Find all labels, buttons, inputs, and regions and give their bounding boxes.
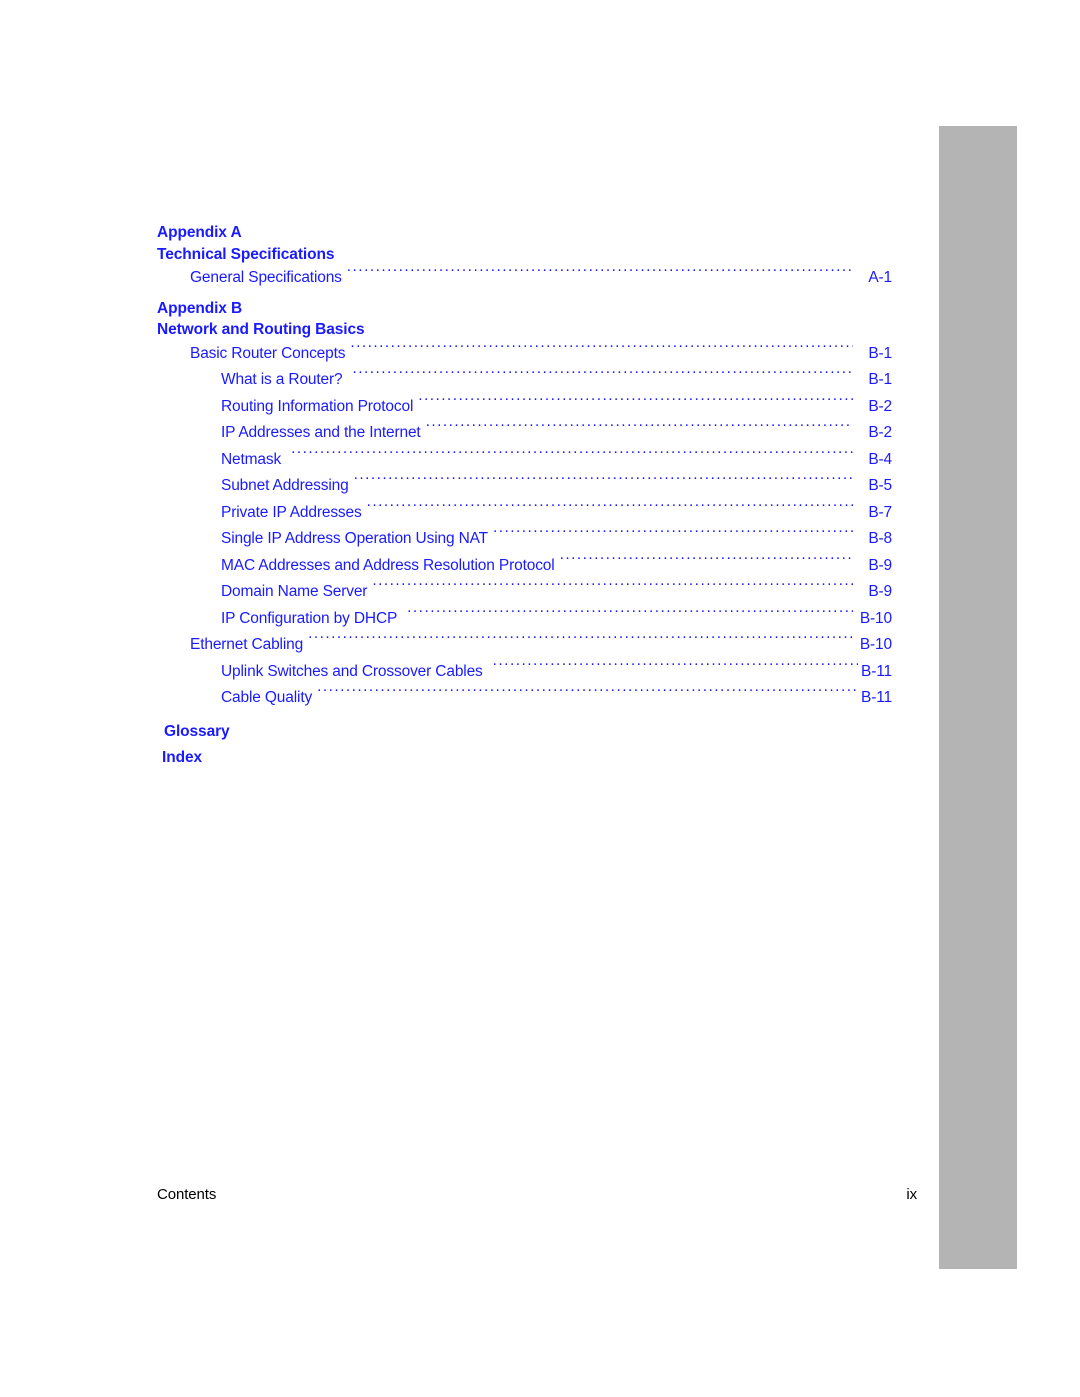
toc-entry[interactable]: Uplink Switches and Crossover Cables B-11 xyxy=(157,659,892,686)
toc-entry-title: MAC Addresses and Address Resolution Pro… xyxy=(221,556,555,574)
toc-entry-page-number: B-2 xyxy=(868,424,892,441)
toc-standalone-sections: Glossary Index xyxy=(157,719,892,772)
toc-entry-page-number: B-8 xyxy=(868,530,892,547)
dot-leader xyxy=(407,607,853,623)
toc-entry-title: What is a Router? xyxy=(221,371,343,388)
toc-entry[interactable]: Routing Information Protocol B-2 xyxy=(157,394,892,421)
toc-entry[interactable]: General Specifications A-1 xyxy=(157,265,892,292)
footer-section-label: Contents xyxy=(157,1186,217,1203)
toc-entry-title: IP Addresses and the Internet xyxy=(221,424,421,441)
toc-entry[interactable]: Private IP Addresses B-7 xyxy=(157,500,892,527)
toc-entry-page-number: B-11 xyxy=(861,689,892,706)
dot-leader xyxy=(354,475,853,491)
dot-leader xyxy=(353,369,853,385)
dot-leader xyxy=(426,422,853,438)
toc-standalone-heading[interactable]: Index xyxy=(162,745,892,772)
dot-leader xyxy=(367,501,853,517)
toc-entry[interactable]: MAC Addresses and Address Resolution Pro… xyxy=(157,553,892,580)
toc-entry-page-number: B-5 xyxy=(868,477,892,494)
toc-entry-page-number: B-1 xyxy=(868,344,892,362)
toc-entry-title: Cable Quality xyxy=(221,689,313,706)
page-footer: Contents ix xyxy=(157,1186,917,1203)
section-heading-label: Appendix B xyxy=(157,299,243,317)
toc-entry[interactable]: IP Addresses and the Internet B-2 xyxy=(157,420,892,447)
toc-entry-page-number: B-2 xyxy=(868,397,892,415)
toc-entry[interactable]: Ethernet Cabling B-10 xyxy=(157,632,892,659)
toc-standalone-heading[interactable]: Glossary xyxy=(164,719,892,746)
toc-entry-title: Uplink Switches and Crossover Cables xyxy=(221,662,483,680)
toc-entry-page-number: B-10 xyxy=(859,609,892,627)
toc-section: Appendix A Technical Specifications Genera… xyxy=(157,222,892,292)
toc-entry-title: General Specifications xyxy=(190,269,342,286)
dot-leader xyxy=(493,660,858,676)
toc-entry-title: Basic Router Concepts xyxy=(190,344,346,362)
section-heading-title: Network and Routing Basics xyxy=(157,321,365,338)
toc-entry[interactable]: Single IP Address Operation Using NAT B-8 xyxy=(157,526,892,553)
toc-entry[interactable]: Domain Name Server B-9 xyxy=(157,579,892,606)
page-edge-band xyxy=(939,126,1017,1269)
section-heading-label: Appendix A xyxy=(157,224,242,241)
toc-entry-title: IP Configuration by DHCP xyxy=(221,609,398,627)
footer-page-number: ix xyxy=(906,1186,917,1203)
toc-entry-page-number: B-10 xyxy=(859,636,892,653)
toc-entry-title: Domain Name Server xyxy=(221,583,368,600)
toc-entry-page-number: B-9 xyxy=(868,583,892,600)
dot-leader xyxy=(308,634,853,650)
toc-entry[interactable]: Netmask B-4 xyxy=(157,447,892,474)
toc-section: Appendix B Network and Routing Basics Basi… xyxy=(157,298,892,712)
toc-entry-title: Single IP Address Operation Using NAT xyxy=(221,530,488,547)
dot-leader xyxy=(291,448,853,464)
dot-leader xyxy=(372,581,853,597)
toc-entry-page-number: B-11 xyxy=(861,662,892,680)
toc-entry[interactable]: IP Configuration by DHCP B-10 xyxy=(157,606,892,633)
toc-entry-page-number: B-1 xyxy=(868,371,892,388)
table-of-contents: Appendix A Technical Specifications Genera… xyxy=(157,222,892,772)
toc-entry-page-number: B-9 xyxy=(868,556,892,574)
toc-entry[interactable]: Basic Router Concepts B-1 xyxy=(157,341,892,368)
toc-entry-title: Private IP Addresses xyxy=(221,503,362,521)
dot-leader xyxy=(560,554,853,570)
dot-leader xyxy=(418,395,853,411)
section-heading-title: Technical Specifications xyxy=(157,245,335,263)
toc-entry-title: Subnet Addressing xyxy=(221,477,349,494)
toc-entry-page-number: B-4 xyxy=(868,450,892,468)
toc-entry[interactable]: Cable Quality B-11 xyxy=(157,685,892,712)
dot-leader xyxy=(493,528,853,544)
toc-entry[interactable]: Subnet Addressing B-5 xyxy=(157,473,892,500)
document-page: Appendix A Technical Specifications Genera… xyxy=(0,0,1080,1397)
dot-leader xyxy=(350,342,853,358)
toc-entry-page-number: B-7 xyxy=(868,503,892,521)
toc-entry-page-number: A-1 xyxy=(868,269,892,286)
dot-leader xyxy=(317,687,858,703)
toc-entry-title: Ethernet Cabling xyxy=(190,636,304,653)
dot-leader xyxy=(347,267,853,283)
toc-entry-title: Netmask xyxy=(221,450,282,468)
toc-entry[interactable]: What is a Router? B-1 xyxy=(157,367,892,394)
toc-entry-title: Routing Information Protocol xyxy=(221,397,414,415)
